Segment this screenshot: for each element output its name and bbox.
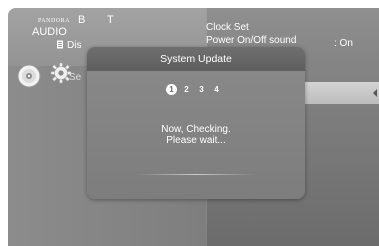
menu-item-power-sound[interactable]: Power On/Off sound	[206, 35, 296, 46]
dialog-divider	[137, 174, 255, 175]
step-2: 2	[184, 85, 189, 94]
menu-label-t: T	[107, 14, 114, 26]
power-sound-value: : On	[334, 38, 353, 49]
message-line-1: Now, Checking.	[161, 124, 231, 135]
pandora-logo: PANDORA	[38, 18, 70, 24]
menu-label-setup: Se	[69, 72, 82, 83]
message-line-2: Please wait...	[166, 135, 226, 146]
dialog-message: Now, Checking. Please wait...	[87, 124, 305, 146]
menu-label-display: Dis	[67, 40, 82, 51]
menu-item-clock-set[interactable]: Clock Set	[206, 22, 249, 33]
system-update-dialog: System Update 1 2 3 4 Now, Checking. Ple…	[87, 47, 305, 199]
step-3: 3	[199, 85, 204, 94]
menu-label-audio: AUDIO	[32, 26, 67, 38]
step-4: 4	[214, 85, 219, 94]
document-icon	[57, 40, 63, 49]
tv-frame: PANDORA B T AUDIO Dis Se Clock Set Power…	[0, 0, 379, 246]
menu-label-b: B	[78, 14, 86, 26]
step-indicator: 1 2 3 4	[166, 84, 222, 96]
dialog-title: System Update	[160, 53, 232, 65]
disc-icon[interactable]	[17, 64, 41, 88]
step-1: 1	[166, 84, 177, 95]
chevron-left-icon	[373, 89, 377, 97]
